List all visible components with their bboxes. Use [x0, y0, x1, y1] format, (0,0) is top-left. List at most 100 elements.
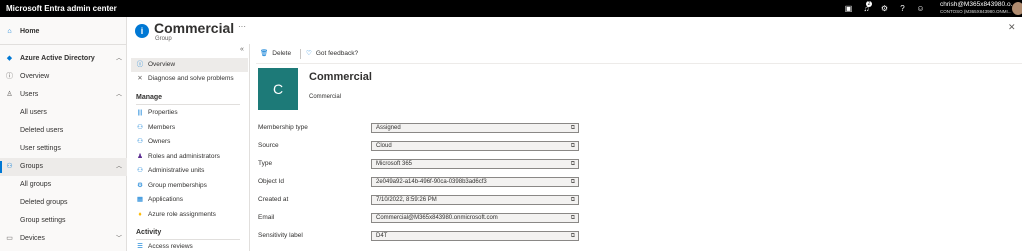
nav-user-settings-label: User settings — [20, 145, 61, 152]
nav-groups[interactable]: ⚇ Groups ︿ — [0, 158, 127, 176]
created-at-field[interactable]: 7/10/2022, 8:59:26 PM ⧉ — [371, 195, 579, 205]
prop-label-object-id: Object Id — [258, 178, 285, 185]
nav-all-groups-label: All groups — [20, 181, 52, 188]
delete-button[interactable]: 🗑 Delete — [260, 47, 291, 61]
settings-gear-icon[interactable]: ⚙ — [879, 3, 890, 14]
user-tenant[interactable]: CONTOSO (M365X843980.ONMI... — [940, 9, 1011, 14]
menu-activity-header: Activity — [136, 229, 162, 236]
pin-icon[interactable]: ✎ — [224, 24, 230, 32]
prop-label-created-at: Created at — [258, 196, 289, 203]
command-bar-rule — [256, 63, 1022, 64]
chevron-up-icon[interactable]: ︿ — [116, 50, 122, 68]
nav-deleted-users[interactable]: Deleted users — [0, 122, 127, 140]
prop-label-email: Email — [258, 214, 275, 221]
type-value: Microsoft 365 — [376, 161, 413, 167]
members-icon: ⚇ — [137, 124, 143, 131]
chevron-up-icon[interactable]: ︿ — [116, 158, 122, 176]
menu-members[interactable]: ⚇ Members — [131, 121, 248, 135]
menu-owners-label: Owners — [148, 138, 171, 145]
menu-diagnose[interactable]: ✕ Diagnose and solve problems — [131, 72, 248, 86]
info-icon: ⓘ — [136, 61, 144, 68]
type-field[interactable]: Microsoft 365 ⧉ — [371, 159, 579, 169]
nav-devices-label: Devices — [20, 235, 45, 242]
copy-icon[interactable]: ⧉ — [571, 214, 575, 222]
menu-properties[interactable]: ||| Properties — [131, 106, 248, 120]
chevron-up-icon[interactable]: ︿ — [116, 86, 122, 104]
menu-applications[interactable]: ▦ Applications — [131, 193, 248, 207]
menu-roles[interactable]: ♟ Roles and administrators — [131, 150, 248, 164]
nav-azure-active-directory[interactable]: ◆ Azure Active Directory ︿ — [0, 50, 127, 68]
devices-icon: ▭ — [6, 235, 13, 242]
source-field[interactable]: Cloud ⧉ — [371, 141, 579, 151]
key-icon: ♦ — [138, 211, 142, 218]
access-reviews-icon: ☰ — [137, 243, 143, 250]
menu-access-reviews-label: Access reviews — [148, 243, 193, 250]
menu-azure-roles[interactable]: ♦ Azure role assignments — [131, 208, 248, 222]
nav-users[interactable]: ♙ Users ︿ — [0, 86, 127, 104]
properties-icon: ||| — [137, 109, 143, 116]
nav-groups-label: Groups — [20, 163, 43, 170]
nav-deleted-groups[interactable]: Deleted groups — [0, 194, 127, 212]
group-info-icon: i — [135, 24, 149, 38]
nav-deleted-groups-label: Deleted groups — [20, 199, 68, 206]
owners-icon: ⚇ — [137, 138, 143, 145]
object-id-field[interactable]: 2e049a92-a14b-496f-90ca-0398b3ad6cf3 ⧉ — [371, 177, 579, 187]
copy-icon[interactable]: ⧉ — [571, 178, 575, 186]
menu-azure-roles-label: Azure role assignments — [148, 211, 216, 218]
help-icon[interactable]: ? — [897, 3, 908, 14]
portal-menu-icon[interactable]: ▣ — [843, 3, 854, 14]
nav-all-users[interactable]: All users — [0, 104, 127, 122]
menu-admin-units-label: Administrative units — [148, 167, 205, 174]
nav-divider — [0, 44, 127, 45]
app-title[interactable]: Microsoft Entra admin center — [6, 4, 117, 13]
page-title: Commercial — [154, 20, 235, 36]
nav-group-settings[interactable]: Group settings — [0, 212, 127, 230]
prop-label-sensitivity-label: Sensitivity label — [258, 232, 303, 239]
nav-devices[interactable]: ▭ Devices ﹀ — [0, 230, 127, 248]
menu-overview[interactable]: ⓘ Overview — [131, 58, 248, 72]
nav-all-users-label: All users — [20, 109, 47, 116]
feedback-icon: ♡ — [306, 50, 312, 57]
copy-icon[interactable]: ⧉ — [571, 196, 575, 204]
nav-all-groups[interactable]: All groups — [0, 176, 127, 194]
sensitivity-label-field[interactable]: D4T ⧉ — [371, 231, 579, 241]
menu-group-memberships-label: Group memberships — [148, 182, 207, 189]
aad-icon: ◆ — [6, 55, 13, 62]
nav-deleted-users-label: Deleted users — [20, 127, 64, 134]
menu-group-memberships[interactable]: ⚙ Group memberships — [131, 179, 248, 193]
chevron-down-icon[interactable]: ﹀ — [116, 230, 122, 248]
user-avatar[interactable] — [1012, 2, 1022, 15]
nav-home-label: Home — [20, 28, 40, 35]
email-field[interactable]: Commercial@M365x843980.onmicrosoft.com ⧉ — [371, 213, 579, 223]
top-bar: Microsoft Entra admin center ▣ ♫ 2 ⚙ ? ☺… — [0, 0, 1022, 17]
feedback-icon[interactable]: ☺ — [915, 3, 926, 14]
menu-divider — [136, 104, 240, 105]
menu-owners[interactable]: ⚇ Owners — [131, 135, 248, 149]
nav-home[interactable]: ⌂ Home — [0, 23, 127, 41]
copy-icon[interactable]: ⧉ — [571, 124, 575, 132]
applications-icon: ▦ — [136, 196, 144, 203]
more-options-icon[interactable]: ··· — [238, 22, 246, 31]
feedback-button[interactable]: ♡ Got feedback? — [306, 47, 358, 61]
collapse-menu-icon[interactable]: « — [240, 46, 244, 53]
admin-units-icon: ⚇ — [137, 167, 143, 174]
nav-overview[interactable]: ⓘ Overview — [0, 68, 127, 86]
prop-label-type: Type — [258, 160, 273, 167]
notification-badge: 2 — [866, 1, 872, 7]
trash-icon: 🗑 — [260, 50, 269, 57]
user-name[interactable]: chrish@M365x843980.o... — [940, 1, 1016, 8]
menu-admin-units[interactable]: ⚇ Administrative units — [131, 164, 248, 178]
nav-user-settings[interactable]: User settings — [0, 140, 127, 158]
menu-manage-header: Manage — [136, 94, 163, 101]
menu-roles-label: Roles and administrators — [148, 153, 220, 160]
prop-label-membership-type: Membership type — [258, 124, 308, 131]
copy-icon[interactable]: ⧉ — [571, 160, 575, 168]
membership-type-field[interactable]: Assigned ⧉ — [371, 123, 579, 133]
copy-icon[interactable]: ⧉ — [571, 232, 575, 240]
created-at-value: 7/10/2022, 8:59:26 PM — [376, 197, 437, 203]
source-value: Cloud — [376, 143, 392, 149]
menu-access-reviews[interactable]: ☰ Access reviews — [131, 240, 248, 251]
copy-icon[interactable]: ⧉ — [571, 142, 575, 150]
group-name: Commercial — [309, 71, 372, 83]
close-icon[interactable]: ✕ — [1008, 22, 1016, 33]
